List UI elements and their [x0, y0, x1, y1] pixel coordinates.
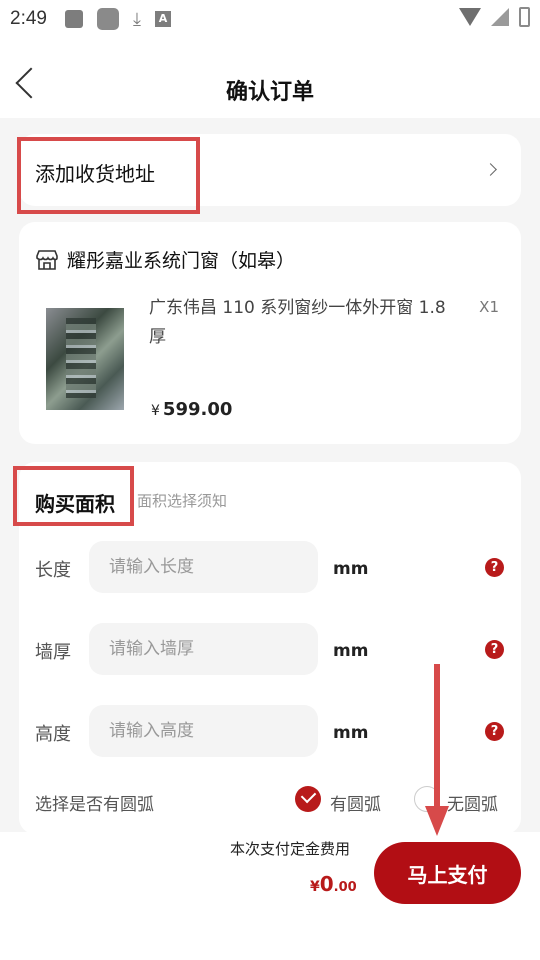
- chevron-right-icon: [484, 163, 497, 176]
- price-value: 599.00: [162, 399, 233, 420]
- area-card: 购买面积 面积选择须知 长度 mm ? 墙厚 mm ? 高度 mm ? 选择是否…: [19, 462, 521, 834]
- product-quantity: X1: [479, 298, 499, 316]
- wall-thickness-unit: mm: [333, 641, 369, 661]
- signal-icon: [491, 8, 509, 26]
- height-unit: mm: [333, 723, 369, 743]
- store-icon: [36, 249, 58, 270]
- pay-now-button[interactable]: 马上支付: [374, 842, 521, 904]
- deposit-dec: .00: [333, 880, 357, 895]
- address-card[interactable]: 添加收货地址: [19, 134, 521, 206]
- store-name: 耀彤嘉业系统门窗（如皋）: [67, 250, 296, 272]
- price-currency: ¥: [151, 403, 160, 419]
- product-image[interactable]: [46, 308, 124, 410]
- wifi-icon: [459, 8, 481, 26]
- height-label: 高度: [35, 724, 71, 745]
- wall-thickness-input[interactable]: [89, 623, 318, 675]
- deposit-currency: ¥: [310, 879, 320, 895]
- radio-arc-yes[interactable]: [295, 786, 321, 812]
- product-price: ¥599.00: [151, 399, 232, 420]
- status-time: 2:49: [10, 8, 47, 29]
- header: 确认订单: [0, 38, 540, 118]
- annotation-arrow-line: [434, 664, 440, 814]
- deposit-int: 0: [319, 872, 334, 896]
- area-title: 购买面积: [35, 492, 115, 516]
- image-icon: [64, 10, 83, 28]
- status-bar: 2:49 ⤓ A: [0, 0, 540, 38]
- length-input[interactable]: [89, 541, 318, 593]
- annotation-arrow-head: [425, 806, 449, 836]
- arc-yes-label[interactable]: 有圆弧: [330, 790, 381, 815]
- deposit-amount: ¥0.00: [310, 872, 357, 896]
- store-row: 耀彤嘉业系统门窗（如皋）: [35, 246, 295, 273]
- page-title: 确认订单: [225, 80, 314, 105]
- address-label: 添加收货地址: [35, 162, 155, 186]
- length-label: 长度: [35, 560, 71, 581]
- height-help-icon[interactable]: ?: [485, 722, 504, 741]
- app-icon: [96, 8, 119, 30]
- wall-thickness-help-icon[interactable]: ?: [485, 640, 504, 659]
- height-input[interactable]: [89, 705, 318, 757]
- bottom-bar: 本次支付定金费用 ¥0.00 马上支付: [0, 832, 540, 960]
- battery-icon: [519, 7, 530, 27]
- arc-no-label[interactable]: 无圆弧: [447, 790, 498, 815]
- download-icon: ⤓: [132, 8, 141, 30]
- length-unit: mm: [333, 559, 369, 579]
- length-help-icon[interactable]: ?: [485, 558, 504, 577]
- product-name: 广东伟昌 110 系列窗纱一体外开窗 1.8 厚: [149, 298, 446, 347]
- a-icon: A: [154, 11, 171, 27]
- arc-question-label: 选择是否有圆弧: [35, 795, 154, 815]
- product-card: 耀彤嘉业系统门窗（如皋） 广东伟昌 110 系列窗纱一体外开窗 1.8 厚 X1…: [19, 222, 521, 444]
- deposit-label: 本次支付定金费用: [230, 840, 351, 858]
- wall-thickness-label: 墙厚: [35, 642, 71, 663]
- area-hint-link[interactable]: 面积选择须知: [137, 490, 227, 511]
